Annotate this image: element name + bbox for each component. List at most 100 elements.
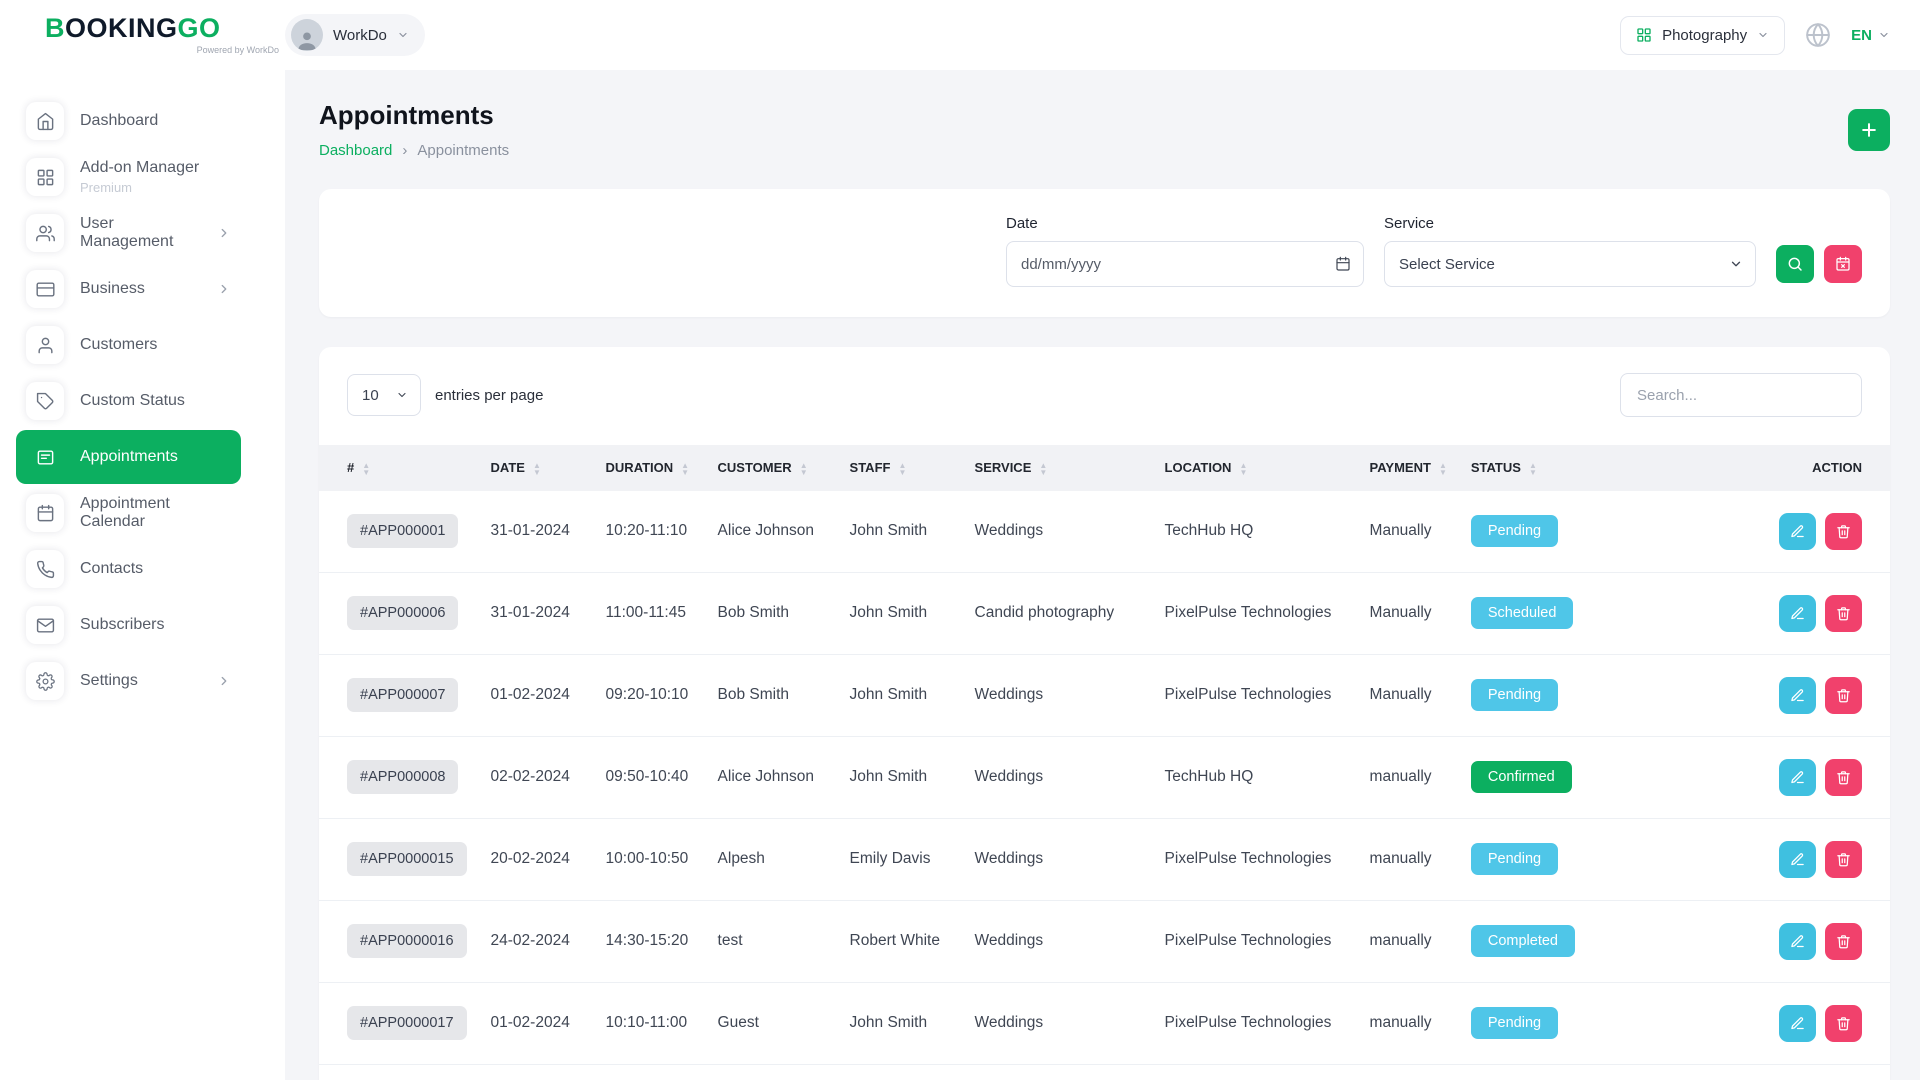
cell-location: PixelPulse Technologies	[1153, 900, 1358, 982]
appointment-id-badge: #APP000001	[347, 514, 458, 548]
sidebar-item-subscribers[interactable]: Subscribers	[16, 598, 241, 652]
cell-status: Pending	[1459, 491, 1609, 573]
add-appointment-button[interactable]	[1848, 109, 1890, 151]
column-header-service[interactable]: SERVICE▲▼	[963, 445, 1153, 491]
sort-icon: ▲▼	[1439, 462, 1447, 476]
clipboard-icon	[26, 438, 64, 476]
chevron-right-icon	[217, 226, 231, 240]
sidebar-item-settings[interactable]: Settings	[16, 654, 241, 708]
column-header-location[interactable]: LOCATION▲▼	[1153, 445, 1358, 491]
edit-button[interactable]	[1779, 923, 1816, 960]
sidebar-item-contacts[interactable]: Contacts	[16, 542, 241, 596]
sidebar-item-label: Dashboard	[80, 112, 158, 130]
main-content: Appointments Dashboard › Appointments Da…	[285, 70, 1920, 1080]
sidebar-item-appointments[interactable]: Appointments	[16, 430, 241, 484]
table-row: #APP0000015 20-02-2024 10:00-10:50 Alpes…	[319, 818, 1890, 900]
trash-icon	[1836, 770, 1851, 785]
cell-duration: 10:20-11:10	[594, 1064, 706, 1080]
brand-logo: BOOKINGGO Powered by WorkDo	[0, 15, 285, 55]
delete-button[interactable]	[1825, 1005, 1862, 1042]
language-selector[interactable]: EN	[1851, 27, 1890, 44]
module-selector-button[interactable]: Photography	[1620, 16, 1785, 55]
cell-payment: Manually	[1358, 572, 1459, 654]
column-header-customer[interactable]: CUSTOMER▲▼	[706, 445, 838, 491]
cell-status: Completed	[1459, 900, 1609, 982]
column-header-id[interactable]: #▲▼	[319, 445, 479, 491]
sort-icon: ▲▼	[362, 462, 370, 476]
status-badge: Pending	[1471, 843, 1558, 875]
cell-date: 31-01-2024	[479, 491, 594, 573]
sidebar-item-label: Subscribers	[80, 616, 164, 634]
cell-location: PixelPulse Technologies	[1153, 982, 1358, 1064]
table-search-input[interactable]	[1620, 373, 1862, 417]
service-filter-label: Service	[1384, 215, 1756, 232]
sidebar-item-addon-manager[interactable]: Add-on Manager Premium	[16, 150, 241, 204]
edit-button[interactable]	[1779, 1005, 1816, 1042]
cell-status: Pending	[1459, 982, 1609, 1064]
date-input[interactable]	[1006, 241, 1364, 287]
sidebar-item-user-management[interactable]: User Management	[16, 206, 241, 260]
search-icon	[1787, 256, 1803, 272]
entries-per-page-select[interactable]: 10	[347, 374, 421, 416]
edit-button[interactable]	[1779, 677, 1816, 714]
workspace-selector[interactable]: WorkDo	[285, 14, 425, 56]
delete-button[interactable]	[1825, 677, 1862, 714]
cell-customer: Guest	[706, 982, 838, 1064]
cell-date: 31-01-2024	[479, 572, 594, 654]
column-header-payment[interactable]: PAYMENT▲▼	[1358, 445, 1459, 491]
sidebar-item-appointment-calendar[interactable]: Appointment Calendar	[16, 486, 241, 540]
delete-button[interactable]	[1825, 513, 1862, 550]
delete-button[interactable]	[1825, 759, 1862, 796]
cell-id: #APP0000016	[319, 900, 479, 982]
cell-duration: 10:10-11:00	[594, 982, 706, 1064]
delete-button[interactable]	[1825, 595, 1862, 632]
reset-filter-button[interactable]	[1824, 245, 1862, 283]
cell-staff: John Smith	[838, 654, 963, 736]
chevron-down-icon	[1878, 29, 1890, 41]
appointment-id-badge: #APP0000016	[347, 924, 467, 958]
cell-status: Confirmed	[1459, 1064, 1609, 1080]
cell-service: Weddings	[963, 982, 1153, 1064]
sidebar-item-business[interactable]: Business	[16, 262, 241, 316]
delete-button[interactable]	[1825, 923, 1862, 960]
breadcrumb-current: Appointments	[417, 142, 509, 159]
cell-status: Scheduled	[1459, 572, 1609, 654]
appointments-table-body: #APP000001 31-01-2024 10:20-11:10 Alice …	[319, 491, 1890, 1080]
edit-button[interactable]	[1779, 513, 1816, 550]
cell-actions	[1609, 1064, 1890, 1080]
cell-payment: manually	[1358, 900, 1459, 982]
cell-duration: 11:00-11:45	[594, 572, 706, 654]
sidebar-item-custom-status[interactable]: Custom Status	[16, 374, 241, 428]
column-header-date[interactable]: DATE▲▼	[479, 445, 594, 491]
breadcrumb-separator: ›	[402, 142, 407, 159]
apply-filter-button[interactable]	[1776, 245, 1814, 283]
edit-button[interactable]	[1779, 841, 1816, 878]
cell-date: 01-02-2024	[479, 982, 594, 1064]
column-header-status[interactable]: STATUS▲▼	[1459, 445, 1609, 491]
breadcrumb-dashboard-link[interactable]: Dashboard	[319, 142, 392, 159]
delete-button[interactable]	[1825, 841, 1862, 878]
globe-icon[interactable]	[1805, 22, 1831, 48]
sort-icon: ▲▼	[898, 462, 906, 476]
column-header-staff[interactable]: STAFF▲▼	[838, 445, 963, 491]
sort-icon: ▲▼	[681, 462, 689, 476]
table-row: #APP000006 31-01-2024 11:00-11:45 Bob Sm…	[319, 572, 1890, 654]
person-icon	[296, 29, 318, 51]
chevron-right-icon	[217, 282, 231, 296]
sidebar-item-customers[interactable]: Customers	[16, 318, 241, 372]
sort-icon: ▲▼	[1529, 462, 1537, 476]
chevron-down-icon	[397, 29, 409, 41]
edit-button[interactable]	[1779, 595, 1816, 632]
edit-button[interactable]	[1779, 759, 1816, 796]
sidebar-item-dashboard[interactable]: Dashboard	[16, 94, 241, 148]
column-header-duration[interactable]: DURATION▲▼	[594, 445, 706, 491]
service-select[interactable]: Select Service	[1384, 241, 1756, 287]
trash-icon	[1836, 1016, 1851, 1031]
entries-per-page-label: entries per page	[435, 387, 543, 404]
table-row: #APP000008 02-02-2024 09:50-10:40 Alice …	[319, 736, 1890, 818]
cell-location: PixelPulse Technologies	[1153, 572, 1358, 654]
cell-customer: Alice Johnson	[706, 736, 838, 818]
cell-id: #APP0000015	[319, 818, 479, 900]
cell-staff: John Smith	[838, 491, 963, 573]
cell-date: 03-02-2024	[479, 1064, 594, 1080]
